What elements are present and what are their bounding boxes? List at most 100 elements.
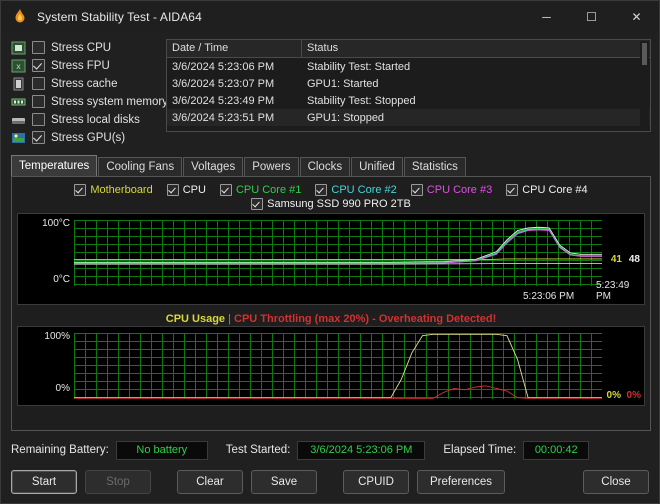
usage-plot-area (74, 333, 602, 399)
title-bar: System Stability Test - AIDA64 ─ ☐ ✕ (1, 1, 659, 33)
table-row[interactable]: 3/6/2024 5:23:06 PM Stability Test: Star… (167, 58, 650, 75)
maximize-icon[interactable]: ☐ (569, 1, 614, 33)
legend-item-cpu-core-3[interactable]: CPU Core #3 (411, 184, 492, 196)
log-cell-datetime: 3/6/2024 5:23:07 PM (167, 78, 302, 90)
legend-checkbox[interactable] (167, 184, 179, 196)
log-header: Date / Time Status (167, 40, 650, 58)
table-row[interactable]: 3/6/2024 5:23:49 PM Stability Test: Stop… (167, 92, 650, 109)
throttling-current-value: 0% (627, 390, 641, 401)
stress-option-row[interactable]: Stress GPU(s) (11, 129, 161, 146)
usage-caption-secondary: CPU Throttling (max 20%) - Overheating D… (234, 313, 496, 325)
elapsed-time-label: Elapsed Time: (443, 444, 516, 456)
table-row[interactable]: 3/6/2024 5:23:07 PM GPU1: Started (167, 75, 650, 92)
battery-label: Remaining Battery: (11, 444, 109, 456)
usage-axis-min-label: 0% (22, 383, 70, 394)
stress-option-row[interactable]: Stress system memory (11, 93, 161, 110)
log-cell-status: Stability Test: Stopped (302, 95, 650, 107)
stop-button[interactable]: Stop (85, 470, 151, 494)
log-scrollbar[interactable] (640, 41, 649, 132)
stress-cache-checkbox[interactable] (32, 77, 45, 90)
log-scrollbar-thumb[interactable] (642, 43, 647, 65)
cpu-usage-chart[interactable]: 100% 0% 0% 0% (17, 326, 645, 406)
log-column-datetime[interactable]: Date / Time (167, 40, 302, 57)
stress-option-label: Stress FPU (51, 60, 110, 72)
flame-icon (11, 8, 29, 26)
tab-cooling-fans[interactable]: Cooling Fans (98, 157, 182, 176)
legend-checkbox[interactable] (251, 198, 263, 210)
usage-axis-max-label: 100% (22, 331, 70, 342)
save-button[interactable]: Save (251, 470, 317, 494)
legend-item-motherboard[interactable]: Motherboard (74, 184, 152, 196)
preferences-button[interactable]: Preferences (417, 470, 505, 494)
stress-option-row[interactable]: Stress CPU (11, 39, 161, 56)
event-log-list[interactable]: Date / Time Status 3/6/2024 5:23:06 PM S… (166, 39, 651, 132)
stress-option-label: Stress system memory (51, 96, 168, 108)
charts-panel: Motherboard CPU CPU Core #1 CPU Core #2 … (11, 176, 651, 431)
clear-button-label: Clear (196, 476, 223, 488)
fpu-chip-icon: x (11, 59, 26, 73)
stress-option-label: Stress local disks (51, 114, 140, 126)
legend-item-ssd[interactable]: Samsung SSD 990 PRO 2TB (251, 198, 411, 210)
clear-button[interactable]: Clear (177, 470, 243, 494)
temp-current-cpu: 48 (629, 254, 640, 265)
gpu-card-icon (11, 131, 26, 145)
tab-powers[interactable]: Powers (244, 157, 298, 176)
legend-checkbox[interactable] (74, 184, 86, 196)
start-button[interactable]: Start (11, 470, 77, 494)
legend-item-cpu-core-1[interactable]: CPU Core #1 (220, 184, 301, 196)
stress-option-label: Stress GPU(s) (51, 132, 125, 144)
minimize-icon[interactable]: ─ (524, 1, 569, 33)
usage-current-value: 0% (607, 390, 621, 401)
stress-local-disks-checkbox[interactable] (32, 113, 45, 126)
temp-plot-area (74, 220, 602, 286)
stress-option-row[interactable]: x Stress FPU (11, 57, 161, 74)
tab-voltages[interactable]: Voltages (183, 157, 243, 176)
close-button-label: Close (601, 476, 630, 488)
stress-system-memory-checkbox[interactable] (32, 95, 45, 108)
legend-checkbox[interactable] (315, 184, 327, 196)
save-button-label: Save (271, 476, 297, 488)
usage-series-svg (74, 333, 602, 399)
cpuid-button-label: CPUID (358, 476, 394, 488)
tab-unified[interactable]: Unified (351, 157, 403, 176)
temp-current-motherboard: 41 (611, 254, 622, 265)
cache-icon (11, 77, 26, 91)
cpuid-button[interactable]: CPUID (343, 470, 409, 494)
battery-value: No battery (116, 441, 208, 460)
log-cell-datetime: 3/6/2024 5:23:51 PM (167, 112, 302, 124)
temperature-legend: Motherboard CPU CPU Core #1 CPU Core #2 … (15, 180, 647, 213)
temp-xtick-end: 5:23:49 PM (596, 280, 644, 302)
stress-fpu-checkbox[interactable] (32, 59, 45, 72)
stress-gpus-checkbox[interactable] (32, 131, 45, 144)
elapsed-time-value: 00:00:42 (523, 441, 589, 460)
stress-options-list: Stress CPU x Stress FPU Stress cache (11, 39, 161, 147)
tab-statistics[interactable]: Statistics (404, 157, 466, 176)
usage-caption-primary: CPU Usage (166, 313, 225, 325)
tab-temperatures[interactable]: Temperatures (11, 155, 97, 176)
temp-axis-max-label: 100°C (22, 218, 70, 229)
legend-checkbox[interactable] (220, 184, 232, 196)
close-icon[interactable]: ✕ (614, 1, 659, 33)
legend-item-cpu-core-4[interactable]: CPU Core #4 (506, 184, 587, 196)
close-button[interactable]: Close (583, 470, 649, 494)
tab-bar: Temperatures Cooling Fans Voltages Power… (11, 155, 659, 176)
legend-checkbox[interactable] (411, 184, 423, 196)
stress-option-label: Stress CPU (51, 42, 111, 54)
temp-series-svg (74, 220, 602, 286)
legend-label: Samsung SSD 990 PRO 2TB (267, 198, 411, 210)
legend-item-cpu[interactable]: CPU (167, 184, 206, 196)
temperature-chart[interactable]: 100°C 0°C 5:23:06 PM 5:23:49 PM 41 48 (17, 213, 645, 305)
stress-cpu-checkbox[interactable] (32, 41, 45, 54)
tab-clocks[interactable]: Clocks (300, 157, 351, 176)
stress-option-row[interactable]: Stress local disks (11, 111, 161, 128)
button-bar: Start Stop Clear Save CPUID Preferences … (1, 465, 659, 503)
legend-label: CPU Core #3 (427, 184, 492, 196)
log-column-status[interactable]: Status (302, 40, 650, 57)
legend-label: CPU (183, 184, 206, 196)
table-row[interactable]: 3/6/2024 5:23:51 PM GPU1: Stopped (167, 109, 650, 126)
legend-item-cpu-core-2[interactable]: CPU Core #2 (315, 184, 396, 196)
window-controls: ─ ☐ ✕ (524, 1, 659, 33)
stress-option-row[interactable]: Stress cache (11, 75, 161, 92)
legend-checkbox[interactable] (506, 184, 518, 196)
usage-caption: CPU Usage | CPU Throttling (max 20%) - O… (15, 311, 647, 326)
